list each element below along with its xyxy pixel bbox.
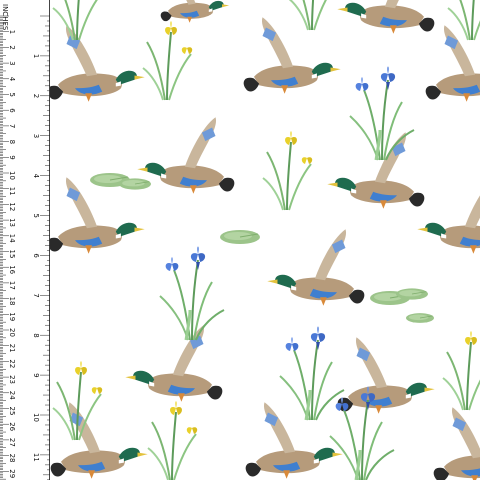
blue-iris-reeds [348, 65, 416, 162]
ruler-inch-label: 10 [32, 413, 40, 422]
ruler-cm-label: 16 [8, 265, 16, 274]
mallard-duck [337, 0, 435, 34]
ruler-inch-label: 9 [32, 373, 40, 377]
ruler-cm-label: 20 [8, 328, 16, 337]
ruler-cm-label: 1 [8, 30, 16, 34]
mallard-duck [245, 402, 343, 479]
ruler-cm-label: 24 [8, 391, 16, 400]
ruler-cm-label: 4 [8, 77, 16, 82]
lily-pad [219, 229, 261, 245]
ruler-cm-label: 13 [8, 218, 16, 227]
yellow-iris-reeds [52, 360, 104, 441]
lily-pad [395, 287, 429, 301]
ruler-inch-label: 11 [32, 453, 40, 462]
ruler-unit-label: INCHES [1, 4, 9, 31]
ruler-cm-label: 19 [8, 312, 16, 321]
ruler-cm-label: 14 [8, 234, 16, 243]
yellow-iris-reeds [147, 400, 199, 480]
ruler-cm-label: 21 [8, 344, 16, 353]
ruler-cm-label: 23 [8, 375, 16, 384]
lily-pad [118, 177, 152, 191]
ruler-inch-label: 8 [32, 333, 40, 337]
ruler-inch-labels: 1 2 3 4 5 6 7 8 9 10 11 [32, 54, 40, 462]
ruler-cm-labels: 1234567891011121314151617181920212223242… [8, 30, 16, 479]
mallard-duck [47, 25, 145, 102]
ruler-cm-label: 25 [8, 407, 16, 416]
measurement-ruler: INCHES 1 2 3 4 5 6 7 8 9 10 11 12 13 14 15 16 17 18 19 20 21… [0, 0, 50, 480]
ruler-scale: INCHES 123456789101112131415161718192021… [0, 4, 50, 480]
ruler-inch-label: 7 [32, 293, 40, 297]
ruler-cm-label: 15 [8, 250, 16, 259]
yellow-iris-reeds [262, 130, 314, 211]
mallard-duck [160, 0, 230, 23]
ruler-inch-label: 6 [32, 253, 40, 258]
mallard-duck [267, 229, 365, 306]
ruler-cm-label: 12 [8, 202, 16, 211]
fabric-pattern [47, 0, 480, 480]
mallard-duck [137, 117, 235, 194]
ruler-cm-label: 27 [8, 438, 16, 447]
ruler-cm-label: 28 [8, 454, 16, 463]
ruler-ticks [0, 15, 50, 480]
yellow-iris-reeds [442, 330, 480, 411]
ruler-inch-label: 1 [32, 54, 40, 58]
ruler-cm-label: 11 [8, 187, 16, 196]
mallard-duck [417, 177, 480, 254]
mallard-duck [433, 407, 480, 480]
yellow-iris-reeds [142, 20, 194, 101]
blue-iris-reeds [278, 325, 346, 422]
ruler-cm-label: 10 [8, 171, 16, 180]
mallard-duck [327, 132, 425, 209]
ruler-cm-label: 22 [8, 359, 16, 368]
ruler-cm-label: 17 [8, 281, 16, 290]
mallard-duck [337, 337, 435, 414]
ruler-cm-label: 7 [8, 124, 16, 128]
ruler-cm-label: 8 [8, 140, 16, 144]
ruler-cm-label: 29 [8, 469, 16, 478]
ruler-cm-label: 6 [8, 108, 16, 113]
ruler-cm-label: 26 [8, 422, 16, 431]
mallard-duck [50, 402, 148, 479]
mallard-duck [125, 325, 223, 402]
ruler-cm-label: 2 [8, 45, 16, 49]
ruler-inch-label: 3 [32, 134, 40, 138]
ruler-cm-label: 3 [8, 61, 16, 65]
ruler-cm-label: 9 [8, 155, 16, 159]
ruler-inch-label: 5 [32, 214, 40, 218]
ruler-inch-label: 4 [32, 174, 40, 179]
ruler-cm-label: 5 [8, 93, 16, 97]
blue-iris-reeds [158, 245, 226, 342]
ruler-cm-label: 18 [8, 297, 16, 306]
yellow-iris-reeds [287, 0, 339, 31]
yellow-iris-reeds [52, 0, 104, 41]
mallard-duck [243, 17, 341, 94]
lily-pad [405, 312, 435, 324]
ruler-inch-label: 2 [32, 94, 40, 98]
